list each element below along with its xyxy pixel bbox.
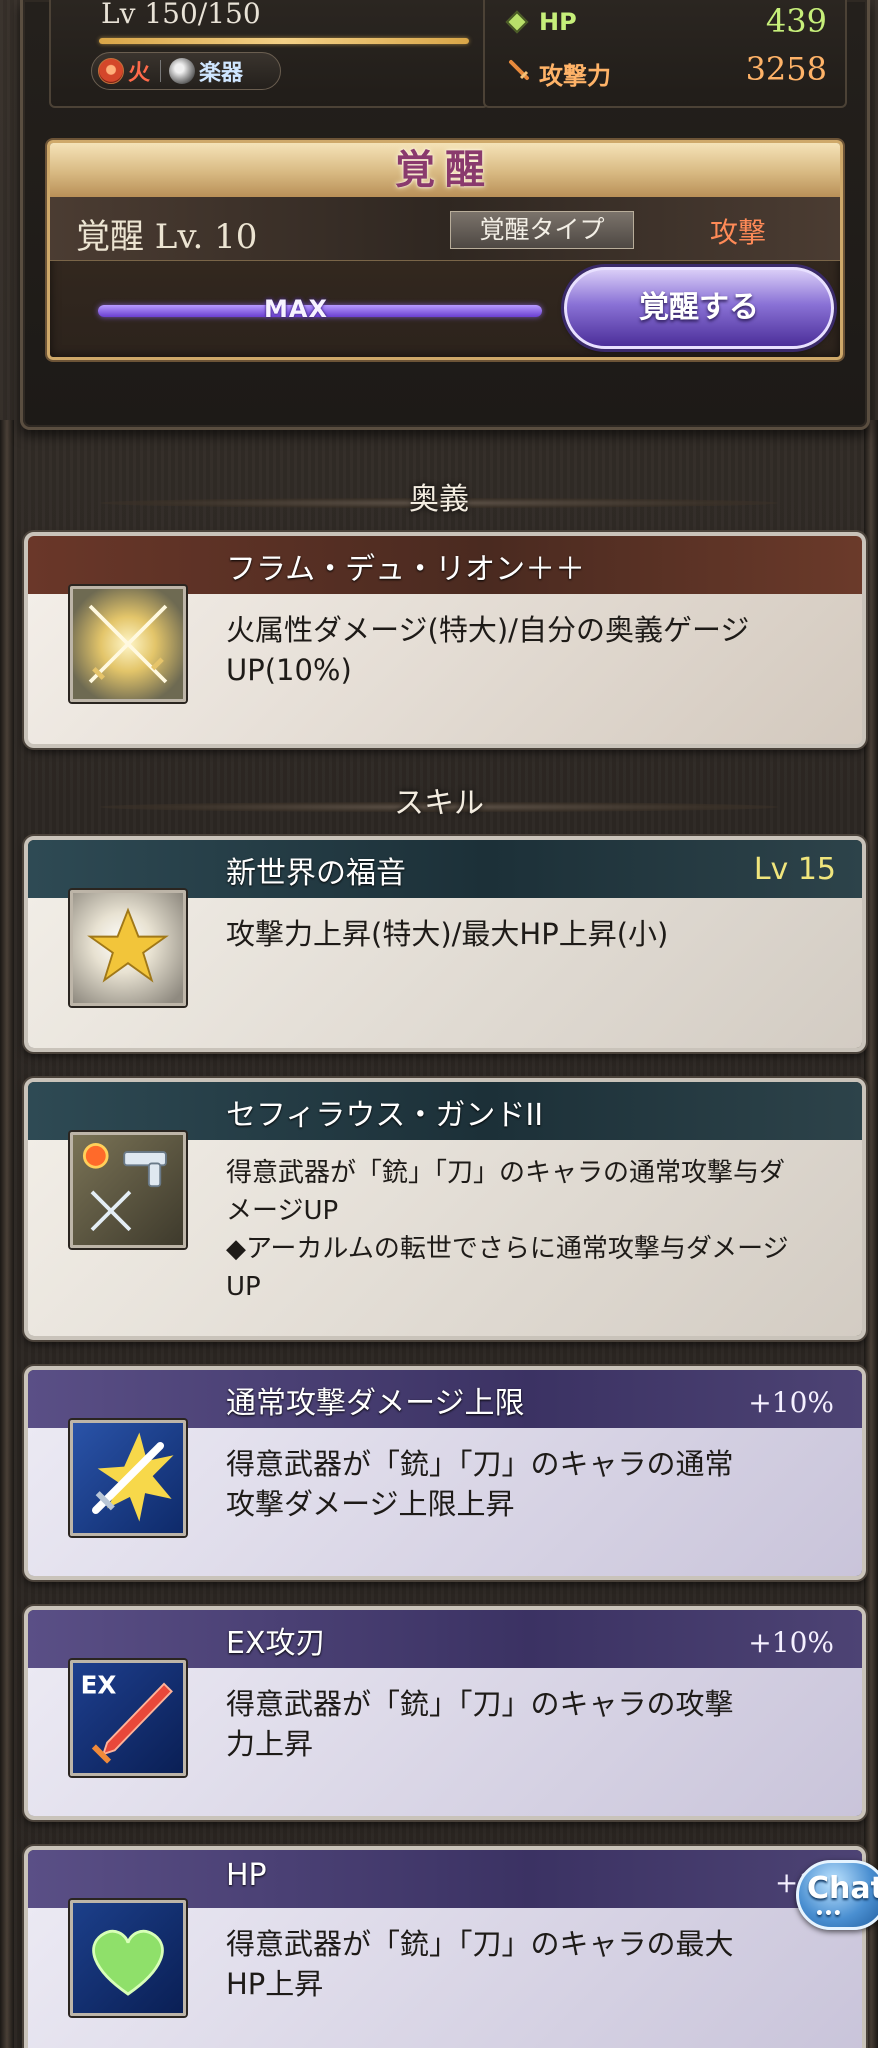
- character-status-panel: Lv 150/150 火 楽器 HP 439 攻撃力 3258 覚醒 覚醒 Lv…: [20, 0, 870, 430]
- plus-bonus-desc-line: 得意武器が「銃」「刀」のキャラの通常: [226, 1447, 734, 1481]
- skill-desc-line: メージUP: [226, 1196, 339, 1226]
- plus-bonus-desc-line: 力上昇: [226, 1727, 314, 1761]
- skill-name: 新世界の福音: [226, 856, 406, 891]
- plus-bonus-desc-line: 得意武器が「銃」「刀」のキャラの攻撃: [226, 1687, 734, 1721]
- awakening-type-label: 覚醒タイプ: [450, 211, 634, 249]
- plus-bonus-card[interactable]: 通常攻撃ダメージ上限 +10% 得意武器が「銃」「刀」のキャラの通常 攻撃ダメー…: [24, 1366, 866, 1580]
- ougi-section-title: 奥義: [409, 482, 469, 517]
- ougi-desc-line: UP(10%): [226, 653, 352, 687]
- skill-desc-line: 得意武器が「銃」「刀」のキャラの通常攻撃与ダ: [226, 1158, 786, 1188]
- awakening-level: 覚醒 Lv. 10: [76, 217, 258, 257]
- skill-level: Lv 15: [753, 852, 836, 887]
- weapon-type-label: 楽器: [199, 61, 244, 86]
- chat-label: Chat: [807, 1871, 878, 1906]
- attribute-tags: 火 楽器: [91, 52, 281, 90]
- level-bar: [99, 38, 469, 44]
- right-rail: [864, 420, 878, 2048]
- ex-sword-icon: EX: [70, 1660, 186, 1776]
- attack-row: 攻撃力 3258: [501, 50, 827, 90]
- awakening-header: 覚醒: [50, 143, 840, 197]
- attack-value: 3258: [745, 50, 827, 88]
- hp-value: 439: [765, 2, 827, 40]
- gun-and-sword-icon: [70, 1132, 186, 1248]
- awakening-type-value: 攻撃: [710, 216, 767, 249]
- plus-bonus-name: 通常攻撃ダメージ上限: [226, 1386, 525, 1421]
- plus-bonus-name: HP: [226, 1858, 267, 1893]
- chat-dots: •••: [815, 1906, 842, 1922]
- plus-bonus-desc-line: 得意武器が「銃」「刀」のキャラの最大: [226, 1927, 734, 1961]
- awakening-box: 覚醒 覚醒 Lv. 10 覚醒タイプ 攻撃 MAX 覚醒する: [47, 140, 843, 360]
- ougi-description: 火属性ダメージ(特大)/自分の奥義ゲージ UP(10%): [226, 610, 832, 690]
- level-text: Lv 150/150: [101, 0, 261, 30]
- skill-section-header: スキル: [0, 784, 878, 824]
- plus-bonus-description: 得意武器が「銃」「刀」のキャラの最大 HP上昇: [226, 1924, 832, 2004]
- level-panel: Lv 150/150 火 楽器: [49, 0, 489, 108]
- hp-diamond-icon: [505, 10, 529, 34]
- instrument-icon: [169, 58, 196, 84]
- plus-bonus-description: 得意武器が「銃」「刀」のキャラの攻撃 力上昇: [226, 1684, 832, 1764]
- plus-bonus-desc-line: HP上昇: [226, 1967, 324, 2001]
- plus-bonus-card[interactable]: EX攻刃 +10% 得意武器が「銃」「刀」のキャラの攻撃 力上昇 EX: [24, 1606, 866, 1820]
- stats-panel: HP 439 攻撃力 3258: [483, 0, 847, 108]
- ougi-name: フラム・デュ・リオン＋＋: [226, 552, 586, 587]
- hp-label: HP: [539, 8, 577, 36]
- plus-bonus-name: EX攻刃: [226, 1626, 326, 1661]
- awakening-title: 覚醒: [395, 146, 495, 193]
- ougi-card[interactable]: フラム・デュ・リオン＋＋ 火属性ダメージ(特大)/自分の奥義ゲージ UP(10%…: [24, 532, 866, 748]
- attack-label: 攻撃力: [539, 62, 611, 90]
- skill-section-title: スキル: [394, 786, 484, 821]
- plus-bonus-desc-line: 攻撃ダメージ上限上昇: [226, 1487, 515, 1521]
- ougi-section-header: 奥義: [0, 480, 878, 520]
- skill-name: セフィラウス・ガンドII: [226, 1098, 544, 1133]
- skill-desc-line: UP: [226, 1272, 261, 1302]
- sword-burst-icon: [70, 1420, 186, 1536]
- plus-bonus-description: 得意武器が「銃」「刀」のキャラの通常 攻撃ダメージ上限上昇: [226, 1444, 832, 1524]
- ougi-desc-line: 火属性ダメージ(特大)/自分の奥義ゲージ: [226, 613, 750, 647]
- skill-desc-line: ◆アーカルムの転世でさらに通常攻撃与ダメージ: [226, 1234, 789, 1264]
- left-rail: [0, 420, 14, 2048]
- plus-bonus-card[interactable]: HP +10 得意武器が「銃」「刀」のキャラの最大 HP上昇: [24, 1846, 866, 2048]
- heart-icon: [70, 1900, 186, 2016]
- awakening-info-row: 覚醒 Lv. 10 覚醒タイプ 攻撃: [50, 197, 840, 261]
- chat-button[interactable]: Chat •••: [796, 1860, 878, 1930]
- star-icon: [70, 890, 186, 1006]
- skill-card[interactable]: セフィラウス・ガンドII 得意武器が「銃」「刀」のキャラの通常攻撃与ダ メージU…: [24, 1078, 866, 1340]
- awakening-progress-label: MAX: [264, 295, 328, 323]
- skill-description: 攻撃力上昇(特大)/最大HP上昇(小): [226, 917, 669, 951]
- fire-element-icon: [98, 58, 124, 84]
- skill-card[interactable]: 新世界の福音 Lv 15 攻撃力上昇(特大)/最大HP上昇(小): [24, 836, 866, 1052]
- hp-row: HP 439: [501, 2, 827, 40]
- awaken-button[interactable]: 覚醒する: [564, 267, 834, 349]
- crossed-swords-icon: [70, 586, 186, 702]
- skill-description: 得意武器が「銃」「刀」のキャラの通常攻撃与ダ メージUP ◆アーカルムの転世でさ…: [226, 1154, 832, 1306]
- ex-icon-text: EX: [81, 1670, 117, 1699]
- plus-bonus-value: +10%: [748, 1626, 834, 1659]
- tag-divider: [160, 60, 162, 82]
- element-label: 火: [128, 61, 151, 86]
- plus-bonus-value: +10%: [748, 1386, 834, 1419]
- sword-icon: [509, 60, 529, 80]
